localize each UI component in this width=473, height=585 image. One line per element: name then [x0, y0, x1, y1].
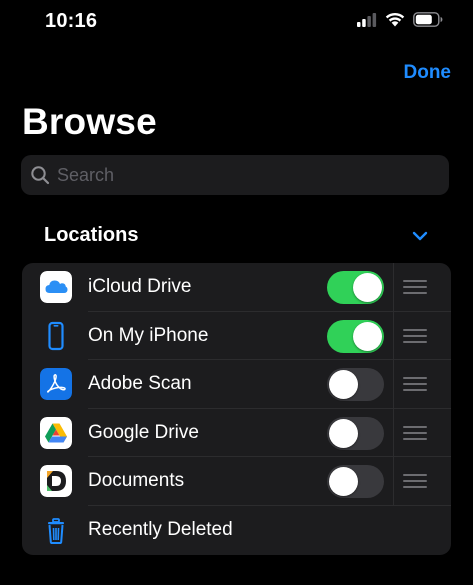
reorder-handle-icon[interactable] — [403, 328, 427, 343]
reorder-handle-icon[interactable] — [403, 425, 427, 440]
cellular-signal-icon — [357, 12, 377, 27]
icloud-drive-icon — [40, 271, 72, 303]
locations-list: iCloud Drive On My iPhone Adobe Scan Goo… — [22, 263, 451, 555]
reorder-handle-icon[interactable] — [403, 377, 427, 391]
list-item-documents[interactable]: Documents — [22, 457, 451, 506]
documents-app-icon — [40, 465, 72, 497]
list-item-adobe-scan[interactable]: Adobe Scan — [22, 360, 451, 409]
locations-header: Locations — [44, 224, 139, 246]
adobe-scan-toggle[interactable] — [327, 368, 384, 401]
status-icons — [357, 12, 443, 27]
wifi-icon — [385, 12, 405, 27]
list-item-recently-deleted[interactable]: Recently Deleted — [22, 506, 451, 555]
battery-icon — [413, 12, 443, 27]
list-item-label: Documents — [88, 470, 185, 491]
reorder-handle-icon[interactable] — [403, 474, 427, 488]
list-item-label: Google Drive — [88, 421, 199, 443]
list-item-icloud-drive[interactable]: iCloud Drive — [22, 263, 451, 312]
list-item-label: Recently Deleted — [88, 518, 233, 540]
on-my-iphone-toggle[interactable] — [327, 319, 384, 353]
iphone-icon — [40, 320, 72, 352]
google-drive-toggle[interactable] — [327, 416, 384, 450]
chevron-down-icon[interactable] — [411, 230, 429, 242]
reorder-handle-icon[interactable] — [403, 280, 427, 294]
icloud-drive-toggle[interactable] — [327, 271, 384, 304]
adobe-scan-icon — [40, 368, 72, 400]
done-button[interactable]: Done — [404, 62, 452, 84]
page-title: Browse — [22, 101, 157, 142]
google-drive-icon — [40, 416, 72, 449]
status-time: 10:16 — [45, 10, 98, 32]
status-bar: 10:16 — [0, 0, 473, 46]
list-item-on-my-iphone[interactable]: On My iPhone — [22, 311, 451, 360]
list-item-label: Adobe Scan — [88, 373, 192, 394]
list-item-label: On My iPhone — [88, 324, 209, 346]
search-icon — [31, 166, 50, 185]
search-input[interactable] — [55, 163, 439, 187]
documents-toggle[interactable] — [327, 465, 384, 498]
trash-icon — [40, 514, 72, 546]
list-item-label: iCloud Drive — [88, 276, 192, 297]
list-item-google-drive[interactable]: Google Drive — [22, 408, 451, 457]
search-bar[interactable] — [21, 155, 449, 195]
